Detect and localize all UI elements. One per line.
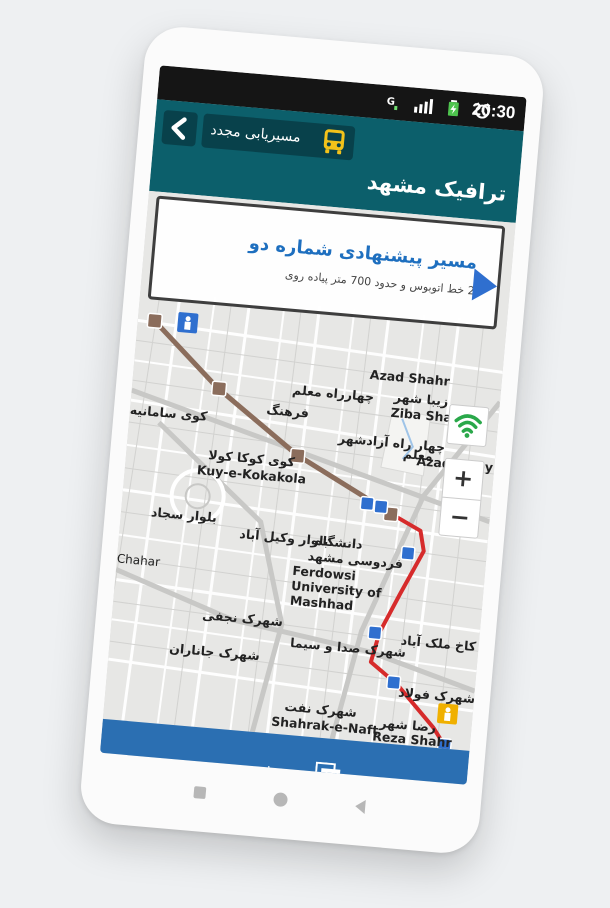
recents-icon[interactable] [190, 783, 210, 803]
traffic-toggle-button[interactable] [446, 403, 490, 448]
reroute-button[interactable]: مسیریابی مجدد [201, 113, 356, 161]
home-icon[interactable] [271, 790, 291, 810]
zoom-out-button[interactable]: − [439, 498, 480, 539]
route-subtitle: 2 خط اتوبوس و حدود 700 متر پیاده روی [284, 268, 476, 298]
back-button[interactable] [161, 109, 199, 147]
map-label: Ferdowsi University of Mashhad [289, 562, 382, 614]
back-icon[interactable] [351, 797, 371, 817]
zoom-controls: + − [438, 457, 485, 539]
battery-icon [447, 99, 459, 117]
screen: G 20:30 مسیریابی مجدد ترافیک مشهد Azad S… [99, 65, 527, 785]
phone-mockup: G 20:30 مسیریابی مجدد ترافیک مشهد Azad S… [0, 0, 610, 908]
app-title: ترافیک مشهد [366, 169, 508, 206]
wifi-icon [454, 414, 482, 438]
end-pin [436, 703, 459, 725]
bus-icon [323, 129, 345, 155]
route-title: مسیر پیشنهادی شماره دو [248, 232, 478, 274]
clock: 20:30 [471, 99, 517, 123]
document-icon [313, 761, 341, 785]
zoom-in-button[interactable]: + [442, 458, 484, 501]
play-icon[interactable] [468, 266, 501, 304]
reroute-label: مسیریابی مجدد [209, 122, 302, 146]
svg-text:G: G [386, 96, 395, 108]
chevron-left-icon [171, 117, 187, 140]
map-view[interactable]: Azad Shahr چهارراه معلم زیبا شهر Ziba Sh… [102, 190, 516, 751]
signal-icon [413, 99, 434, 115]
start-pin [177, 312, 199, 334]
phone-frame: G 20:30 مسیریابی مجدد ترافیک مشهد Azad S… [77, 24, 547, 856]
gps-icon: G [386, 96, 398, 111]
